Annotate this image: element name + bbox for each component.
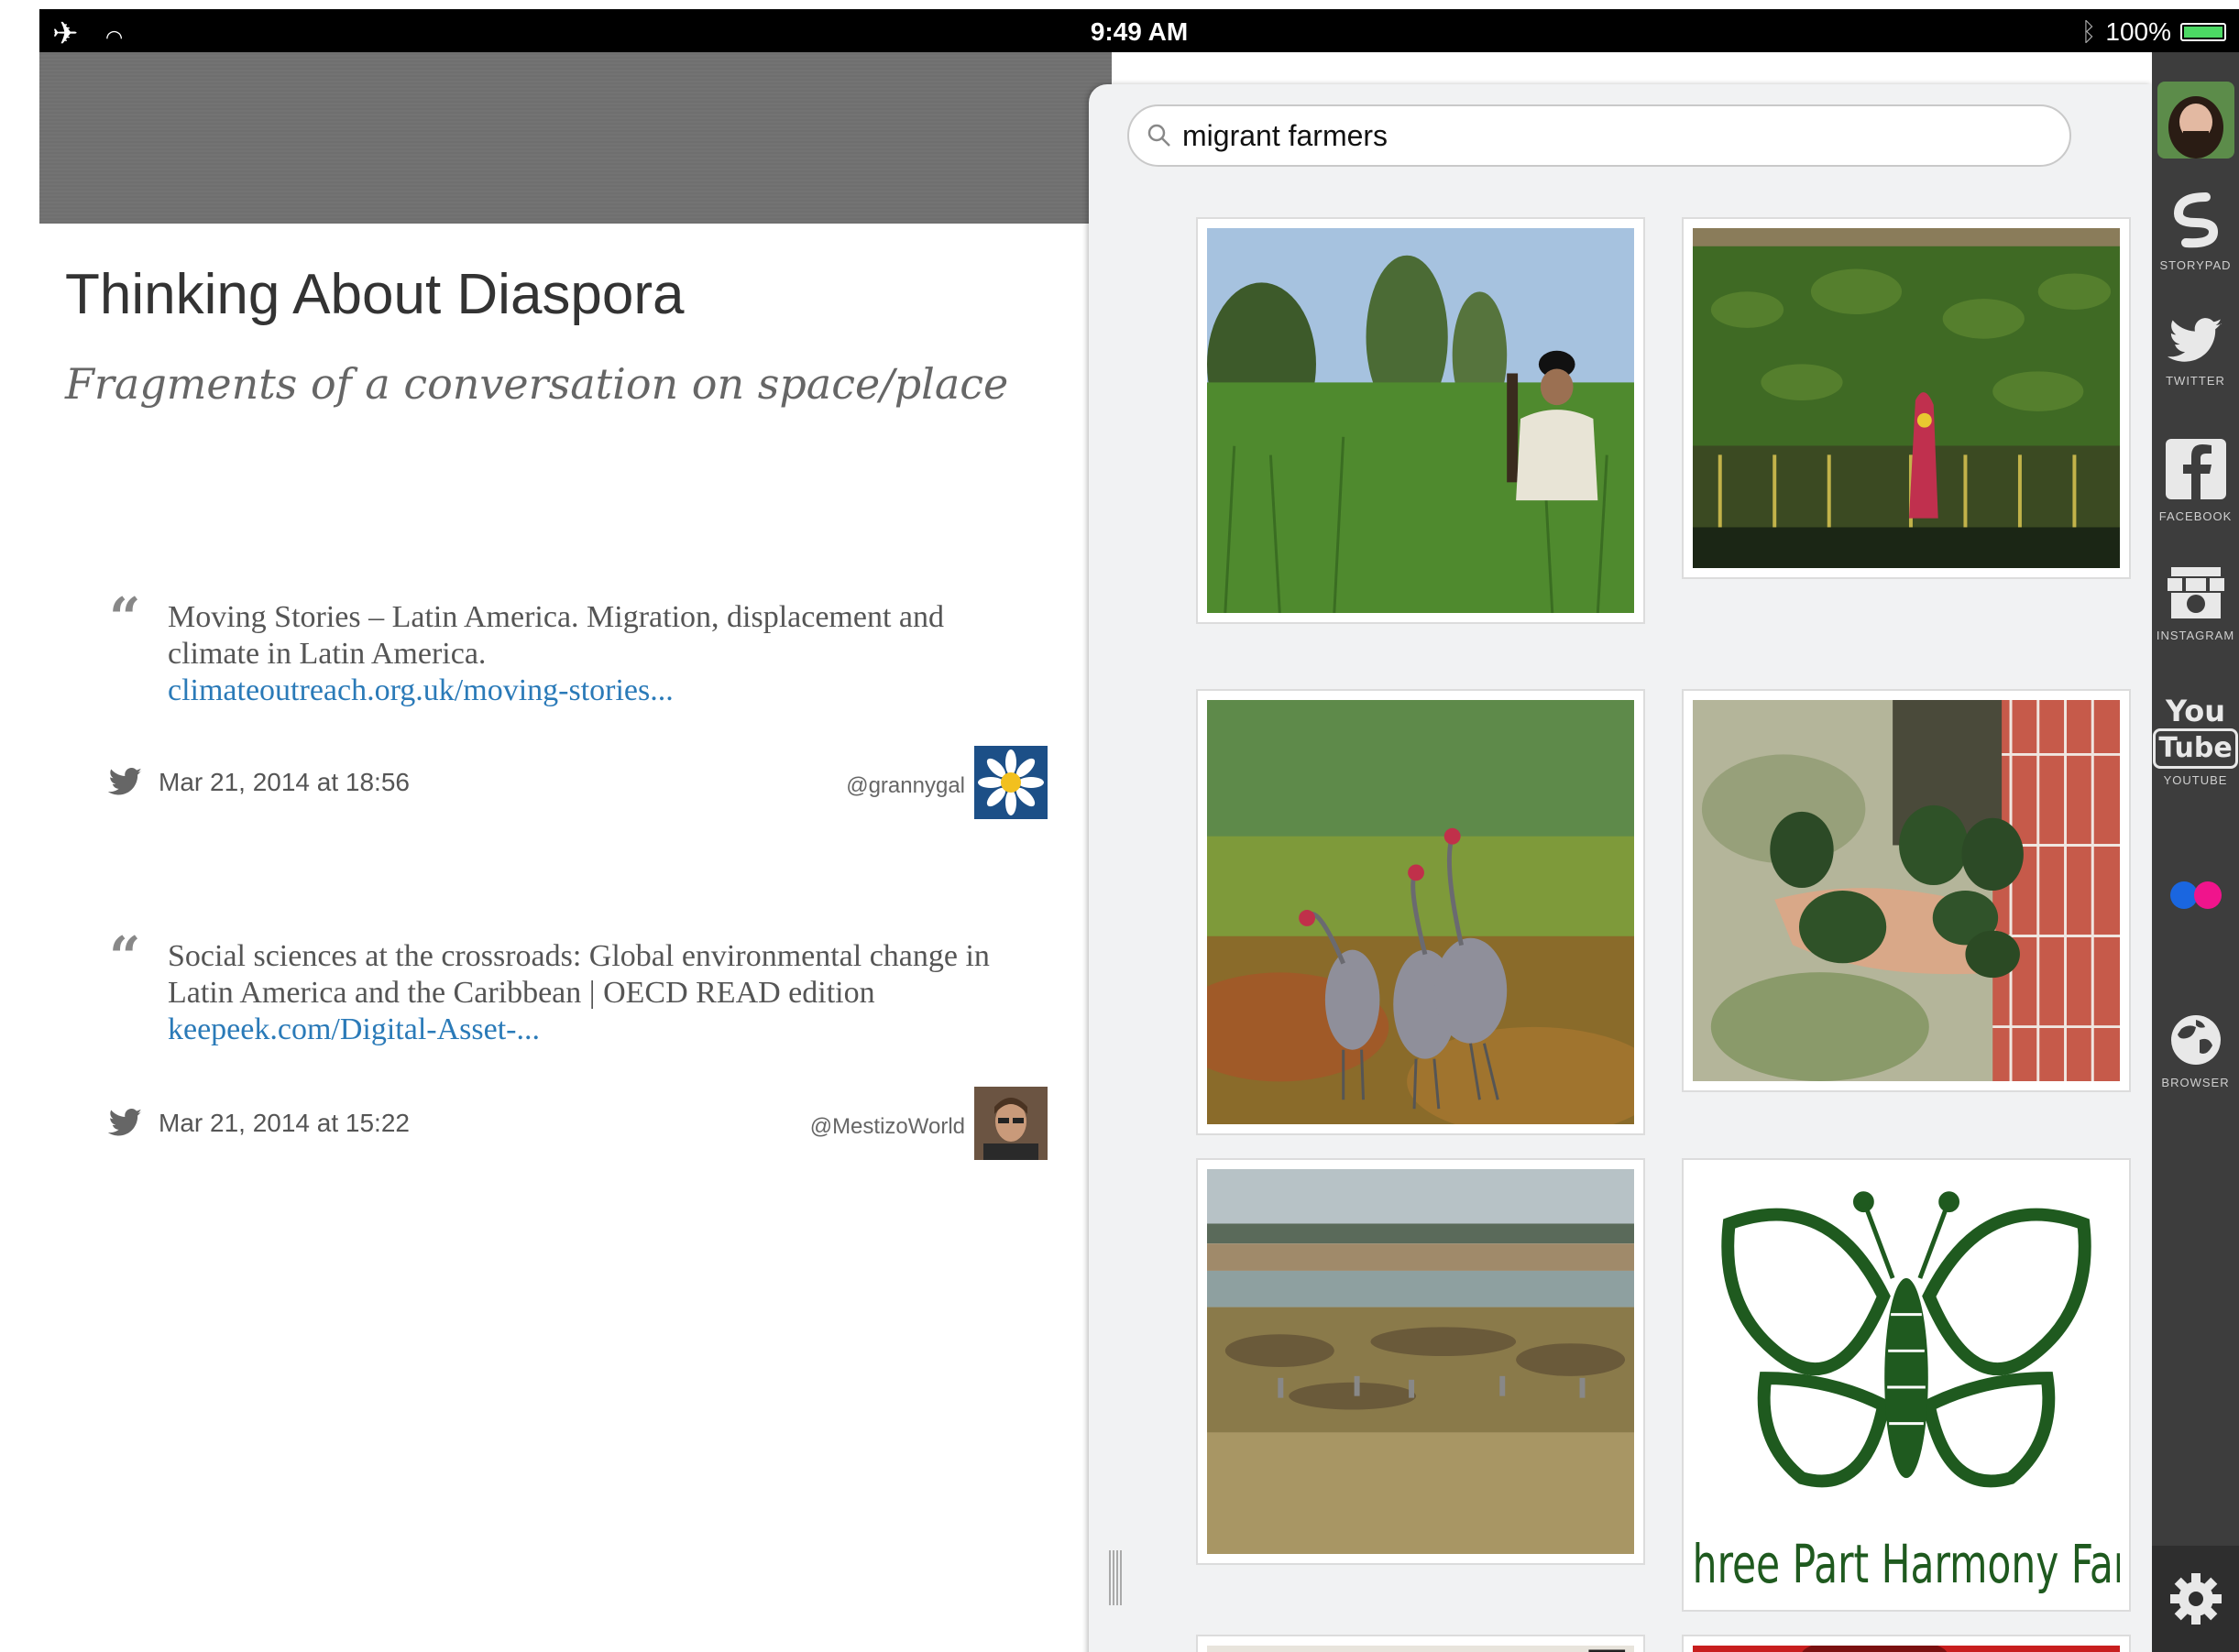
tweet-card[interactable]: “ Social sciences at the crossroads: Glo… <box>39 925 1084 1164</box>
result-image[interactable] <box>1196 217 1645 624</box>
story-title[interactable]: Thinking About Diaspora <box>65 262 685 327</box>
youtube-icon: You Tube <box>2152 694 2239 770</box>
crop-field-image <box>1693 228 2120 568</box>
youtube-logo-top: You <box>2166 694 2225 728</box>
settings-area <box>2152 1546 2239 1652</box>
harvest-hands-image <box>1693 700 2120 1081</box>
tweet-link[interactable]: keepeek.com/Digital-Asset-... <box>168 1012 540 1046</box>
result-image[interactable] <box>1682 689 2131 1092</box>
wetland-image <box>1207 1169 1634 1554</box>
sidebar-item-facebook[interactable]: FACEBOOK <box>2152 437 2239 523</box>
status-right: ᛒ 100% <box>2081 17 2226 47</box>
tweet-card[interactable]: “ Moving Stories – Latin America. Migrat… <box>39 586 1084 825</box>
avatar[interactable] <box>974 1087 1048 1160</box>
result-image[interactable] <box>1196 689 1645 1135</box>
header-texture <box>39 52 1112 224</box>
quote-icon: “ <box>109 925 141 990</box>
status-time: 9:49 AM <box>1090 17 1189 46</box>
youtube-logo-bottom: Tube <box>2153 728 2238 769</box>
media-search-panel: Three Part Harmony Farr <box>1089 84 2152 1652</box>
sidebar-item-instagram[interactable]: INSTAGRAM <box>2152 565 2239 642</box>
farm-logo-text: Three Part Harmony Farr <box>1693 1535 2120 1596</box>
profile-avatar[interactable] <box>2157 82 2234 159</box>
tweet-date: Mar 21, 2014 at 15:22 <box>159 1109 410 1137</box>
sidebar-item-label: BROWSER <box>2161 1076 2230 1089</box>
quote-icon: “ <box>109 586 141 651</box>
battery-icon <box>2180 23 2226 41</box>
sidebar-item-label: FACEBOOK <box>2158 509 2233 523</box>
sidebar-item-flickr[interactable] <box>2152 877 2239 918</box>
status-bar: ✈ ◠ 9:49 AM ᛒ 100% <box>39 9 2239 52</box>
partial-image <box>1207 1646 1634 1652</box>
farmer-field-image <box>1207 228 1634 613</box>
story-subtitle[interactable]: Fragments of a conversation on space/pla… <box>65 359 1008 409</box>
tweet-link[interactable]: climateoutreach.org.uk/moving-stories... <box>168 673 674 707</box>
panel-drag-handle[interactable] <box>1109 1550 1124 1605</box>
facebook-icon <box>2165 439 2226 499</box>
sidebar-item-twitter[interactable]: TWITTER <box>2152 318 2239 388</box>
sidebar-item-browser[interactable]: BROWSER <box>2152 1012 2239 1089</box>
instagram-icon <box>2167 567 2224 618</box>
battery-percent: 100% <box>2105 17 2171 46</box>
partial-image <box>1693 1646 2120 1652</box>
sidebar-item-label: YOUTUBE <box>2163 773 2228 787</box>
sidebar-item-label: INSTAGRAM <box>2156 629 2235 642</box>
tweet-handle[interactable]: @MestizoWorld <box>810 1114 965 1140</box>
sidebar-item-youtube[interactable]: You Tube YOUTUBE <box>2152 694 2239 787</box>
tweet-handle[interactable]: @grannygal <box>846 773 965 799</box>
tweet-meta: Mar 21, 2014 at 18:56 <box>107 768 410 797</box>
source-sidebar: STORYPAD TWITTER FACEBOOK INSTAGRAM You … <box>2152 52 2239 1652</box>
twitter-bird-icon <box>107 768 142 795</box>
twitter-icon <box>2167 318 2222 362</box>
search-icon <box>1147 124 1170 147</box>
flickr-icon <box>2169 881 2222 909</box>
sidebar-item-storypad[interactable]: STORYPAD <box>2152 190 2239 272</box>
sidebar-item-label: STORYPAD <box>2159 258 2232 272</box>
storypad-icon <box>2173 192 2218 248</box>
sidebar-item-label: TWITTER <box>2166 374 2225 388</box>
result-image[interactable] <box>1682 217 2131 579</box>
bluetooth-icon: ᛒ <box>2080 17 2097 46</box>
tweet-meta: Mar 21, 2014 at 15:22 <box>107 1109 410 1138</box>
tweet-body: Moving Stories – Latin America. Migratio… <box>168 599 1020 709</box>
result-image[interactable] <box>1682 1635 2131 1652</box>
result-image[interactable]: Three Part Harmony Farr <box>1682 1158 2131 1612</box>
cranes-image <box>1207 700 1634 1124</box>
story-panel: Thinking About Diaspora Fragments of a c… <box>39 224 1084 1652</box>
tweet-text: Social sciences at the crossroads: Globa… <box>168 939 990 1010</box>
ipad-screen: ✈ ◠ 9:49 AM ᛒ 100% Thinking About Diaspo… <box>39 9 2239 1652</box>
gear-icon[interactable] <box>2168 1571 2223 1626</box>
globe-icon <box>2170 1015 2221 1065</box>
farm-logo-image: Three Part Harmony Farr <box>1693 1169 2120 1601</box>
result-image[interactable] <box>1196 1635 1645 1652</box>
search-bar[interactable] <box>1127 104 2071 167</box>
tweet-body: Social sciences at the crossroads: Globa… <box>168 938 1020 1048</box>
twitter-bird-icon <box>107 1109 142 1136</box>
tweet-date: Mar 21, 2014 at 18:56 <box>159 768 410 796</box>
result-image[interactable] <box>1196 1158 1645 1565</box>
avatar[interactable] <box>974 746 1048 819</box>
tweet-text: Moving Stories – Latin America. Migratio… <box>168 600 944 671</box>
search-input[interactable] <box>1180 117 2055 154</box>
